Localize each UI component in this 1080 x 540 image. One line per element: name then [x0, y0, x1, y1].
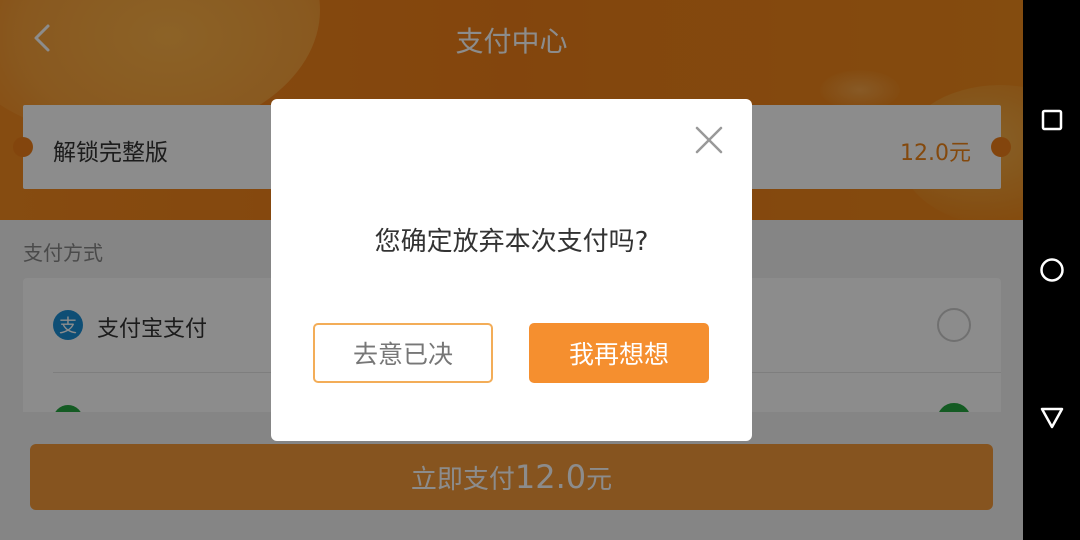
- home-button[interactable]: [1037, 255, 1067, 285]
- triangle-back-icon: [1040, 407, 1064, 429]
- square-icon: [1041, 109, 1063, 131]
- dialog-message: 您确定放弃本次支付吗?: [374, 227, 649, 257]
- reconsider-button[interactable]: 我再想想: [529, 323, 709, 383]
- recent-apps-button[interactable]: [1037, 105, 1067, 135]
- abandon-button[interactable]: 去意已决: [313, 323, 493, 383]
- back-nav-button[interactable]: [1037, 403, 1067, 433]
- close-button[interactable]: [694, 125, 724, 155]
- payment-center-screen: 支付中心 解锁完整版 12.0元 支付方式 支 支付宝支付 微信支付 立即支付1…: [0, 0, 1023, 540]
- close-icon: [695, 126, 723, 154]
- android-nav-bar: [1023, 0, 1080, 540]
- abandon-payment-dialog: 您确定放弃本次支付吗? 去意已决 我再想想: [271, 99, 752, 441]
- circle-icon: [1040, 258, 1064, 282]
